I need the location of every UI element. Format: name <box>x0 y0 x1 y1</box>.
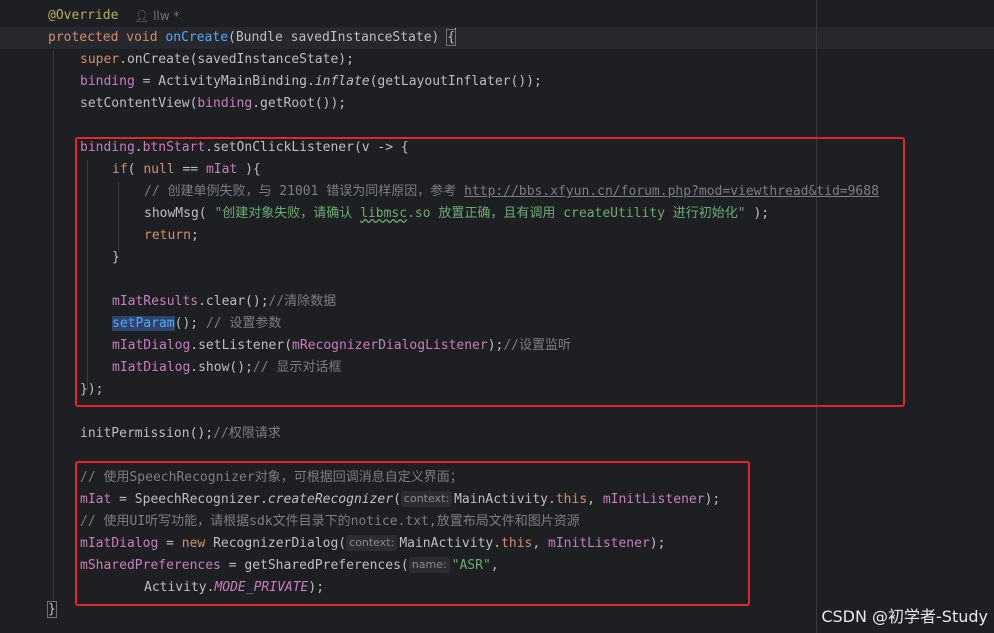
code-editor[interactable]: @Override 👤︎ llw * protected void onCrea… <box>0 0 994 633</box>
code-line-1[interactable]: @Override <box>48 5 118 27</box>
watermark: CSDN @初学者-Study <box>821 607 988 626</box>
code-text: initPermission(); <box>80 426 214 441</box>
annotation: @Override <box>48 8 119 23</box>
code-text: = ActivityMainBinding. <box>134 74 315 89</box>
field: binding <box>197 96 253 111</box>
indent-guide <box>53 50 54 600</box>
code-text: .getRoot()); <box>252 96 347 111</box>
brace-match: } <box>47 601 57 618</box>
brace-match: { <box>446 29 456 46</box>
user-icon: 👤︎ <box>134 9 150 23</box>
highlight-box-click-listener <box>75 137 905 407</box>
field: binding <box>80 74 135 89</box>
code-text: .onCreate(savedInstanceState); <box>119 52 354 67</box>
params: (Bundle savedInstanceState) <box>228 30 448 45</box>
code-line-3[interactable]: super.onCreate(savedInstanceState); <box>80 49 354 71</box>
highlight-box-initialization <box>75 461 750 606</box>
static-method: inflate <box>314 74 370 89</box>
text-caret <box>455 28 457 44</box>
comment: //权限请求 <box>213 426 281 441</box>
keyword: protected void <box>48 30 166 45</box>
code-text: setContentView( <box>80 96 198 111</box>
code-line-4[interactable]: binding = ActivityMainBinding.inflate(ge… <box>80 71 542 93</box>
code-text: (getLayoutInflater()); <box>369 74 542 89</box>
code-line-17[interactable]: initPermission();//权限请求 <box>80 423 281 445</box>
code-line-24[interactable]: } <box>47 599 57 621</box>
code-line-2[interactable]: protected void onCreate(Bundle savedInst… <box>48 27 457 49</box>
author-name: llw * <box>153 9 180 23</box>
code-line-5[interactable]: setContentView(binding.getRoot()); <box>80 93 346 115</box>
author-inlay-hint[interactable]: 👤︎ llw * <box>134 5 179 27</box>
method-name: onCreate <box>165 30 229 45</box>
keyword: super <box>80 52 120 67</box>
